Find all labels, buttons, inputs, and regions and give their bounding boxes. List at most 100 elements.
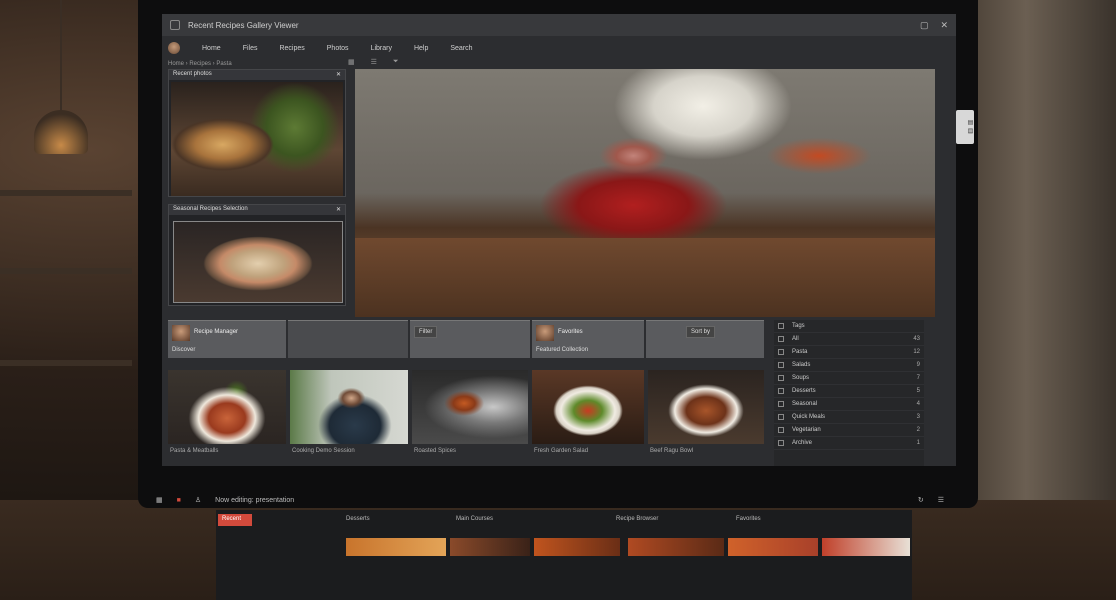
tag-icon: [778, 388, 784, 394]
strip-item-sort[interactable]: Sort by: [646, 320, 764, 358]
thumbnail-caption: Beef Ragu Bowl: [650, 448, 694, 454]
list-item-label: Vegetarian: [792, 427, 821, 433]
section-label[interactable]: Main Courses: [456, 516, 493, 522]
refresh-icon[interactable]: ↻: [918, 496, 924, 504]
breadcrumb[interactable]: Home › Recipes › Pasta: [168, 61, 232, 67]
avatar: [536, 325, 554, 341]
app-window: Recent Recipes Gallery Viewer ▢ ✕ Home F…: [162, 14, 956, 466]
lower-thumbnail[interactable]: [628, 538, 724, 556]
app-icon: [170, 20, 180, 30]
menu-item-photos[interactable]: Photos: [327, 45, 349, 52]
filter-button[interactable]: Filter: [414, 326, 438, 338]
user-icon[interactable]: ♙: [195, 496, 201, 504]
tag-icon: [778, 323, 784, 329]
thumbnail-caption: Fresh Garden Salad: [534, 448, 589, 454]
tab-recent[interactable]: Recent: [218, 514, 252, 526]
folder-icon[interactable]: ■: [177, 497, 181, 504]
strip-label: Favorites: [558, 329, 583, 335]
list-item[interactable]: Quick Meals 3: [774, 411, 924, 424]
grid-icon[interactable]: ▦: [156, 496, 163, 504]
list-item-count: 5: [916, 388, 920, 394]
list-item[interactable]: Vegetarian 2: [774, 424, 924, 437]
list-item[interactable]: All 43: [774, 333, 924, 346]
lower-thumbnail[interactable]: [822, 538, 910, 556]
thumbnail-5[interactable]: [648, 370, 764, 444]
list-item-label: Salads: [792, 362, 811, 368]
thumbnail-2[interactable]: [290, 370, 408, 444]
side-panel-tab[interactable]: ▤ ▤: [956, 110, 974, 144]
list-item-count: 12: [913, 349, 920, 355]
list-item[interactable]: Salads 9: [774, 359, 924, 372]
list-icon[interactable]: ☰: [371, 58, 377, 66]
tag-icon: [778, 362, 784, 368]
tag-list: Tags All 43 Pasta 12 Salads 9 Soups 7 Desser…: [774, 320, 924, 466]
list-item-label: Quick Meals: [792, 414, 826, 420]
strip-item-recipe-manager[interactable]: Recipe Manager Discover: [168, 320, 286, 358]
avatar[interactable]: [168, 42, 180, 54]
section-label[interactable]: Desserts: [346, 516, 370, 522]
list-item[interactable]: Soups 7: [774, 372, 924, 385]
lower-thumbnail[interactable]: [450, 538, 530, 556]
list-item[interactable]: Archive 1: [774, 437, 924, 450]
list-item-count: 43: [913, 336, 920, 342]
lower-thumbnail[interactable]: [728, 538, 818, 556]
panel-close-icon[interactable]: ✕: [336, 71, 341, 79]
thumbnail-caption: Pasta & Meatballs: [170, 448, 219, 454]
list-item[interactable]: Desserts 5: [774, 385, 924, 398]
list-item-label: Desserts: [792, 388, 816, 394]
list-item-label: Pasta: [792, 349, 808, 355]
strip-item-empty[interactable]: [288, 320, 408, 358]
lower-thumbnail[interactable]: [346, 538, 446, 556]
list-item-count: 9: [916, 362, 920, 368]
minimize-icon[interactable]: ▢: [920, 20, 929, 31]
grid-icon[interactable]: ▦: [348, 58, 355, 66]
menu-item-library[interactable]: Library: [371, 45, 392, 52]
filter-icon[interactable]: ⏷: [393, 58, 399, 66]
monitor-bottom-bar: ▦ ■ ♙ Now editing: presentation ↻ ☰: [150, 490, 950, 510]
thumbnail-1[interactable]: [168, 370, 286, 444]
section-label[interactable]: Favorites: [736, 516, 761, 522]
list-item-label: Tags: [792, 323, 805, 329]
tag-icon: [778, 427, 784, 433]
menu-item-home[interactable]: Home: [202, 45, 221, 52]
menu-icon[interactable]: ☰: [938, 496, 944, 504]
thumbnail-4[interactable]: [532, 370, 644, 444]
thumbnail-3[interactable]: [412, 370, 528, 444]
section-label[interactable]: Recipe Browser: [616, 516, 658, 522]
table-surface: [355, 237, 935, 317]
title-bar: Recent Recipes Gallery Viewer ▢ ✕: [162, 14, 956, 36]
panel-title: Seasonal Recipes Selection: [173, 206, 248, 212]
thumbnail-caption: Cooking Demo Session: [292, 448, 355, 454]
avatar: [172, 325, 190, 341]
menu-item-files[interactable]: Files: [243, 45, 258, 52]
list-item-label: Seasonal: [792, 401, 818, 407]
list-item-count: 4: [916, 401, 920, 407]
sort-button[interactable]: Sort by: [686, 326, 716, 338]
menu-item-help[interactable]: Help: [414, 45, 428, 52]
panel-close-icon[interactable]: ✕: [336, 206, 341, 214]
list-item[interactable]: Tags: [774, 320, 924, 333]
pasta-photo[interactable]: [171, 82, 343, 196]
bowl-photo[interactable]: [173, 221, 343, 303]
menu-bar: Home Files Recipes Photos Library Help S…: [162, 40, 956, 56]
strip-item-filter[interactable]: Filter: [410, 320, 530, 358]
bookshelf-bottom: [0, 360, 132, 366]
tag-icon: [778, 414, 784, 420]
menu-item-search[interactable]: Search: [450, 45, 472, 52]
main-photo-viewer[interactable]: [355, 69, 935, 317]
list-item-count: 3: [916, 414, 920, 420]
close-icon[interactable]: ✕: [940, 20, 948, 31]
list-item-label: Soups: [792, 375, 810, 381]
panel-header: Seasonal Recipes Selection ✕: [169, 205, 345, 215]
menu-item-recipes[interactable]: Recipes: [279, 45, 304, 52]
tag-icon: [778, 375, 784, 381]
status-text: Now editing: presentation: [215, 496, 295, 504]
list-item-count: 7: [916, 375, 920, 381]
recent-photos-panel: Recent photos ✕: [168, 69, 346, 197]
list-item[interactable]: Pasta 12: [774, 346, 924, 359]
strip-item-favorites[interactable]: Favorites Featured Collection: [532, 320, 644, 358]
lower-thumbnail[interactable]: [534, 538, 620, 556]
list-item[interactable]: Seasonal 4: [774, 398, 924, 411]
toolbar-icons: ▦ ☰ ⏷: [348, 58, 399, 66]
panel-title: Recent photos: [173, 71, 212, 77]
